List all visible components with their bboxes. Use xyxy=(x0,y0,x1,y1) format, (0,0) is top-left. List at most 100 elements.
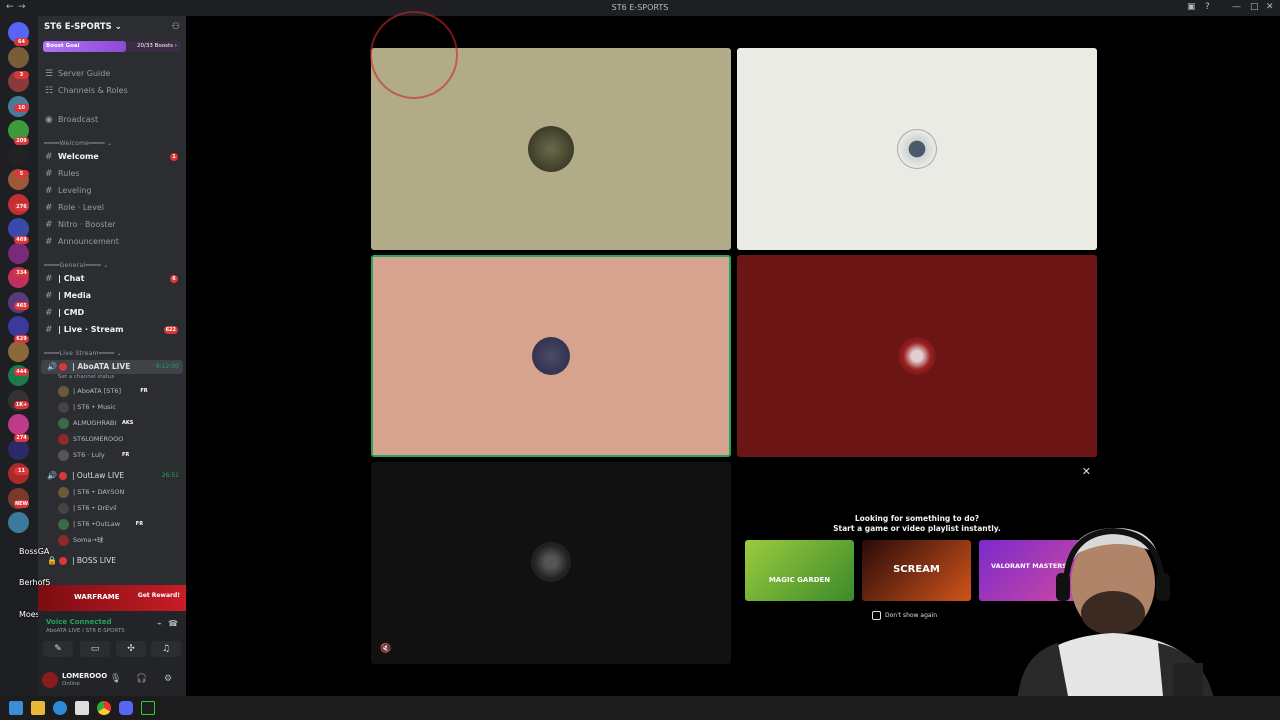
help-icon[interactable]: ? xyxy=(1205,2,1210,12)
voice-user[interactable]: Soma→球 xyxy=(58,534,183,547)
server-badge: 465 xyxy=(14,302,29,310)
voice-user[interactable]: | ST6 • DAYSON xyxy=(58,486,183,499)
voice-user[interactable]: | ST6 • DrEvil xyxy=(58,502,183,515)
participant-avatar[interactable] xyxy=(528,126,574,172)
channel-item[interactable]: # Nitro · Booster xyxy=(38,218,186,232)
server-icon[interactable] xyxy=(8,512,29,533)
channel-item[interactable]: # | Chat 6 xyxy=(38,272,186,286)
start-icon[interactable] xyxy=(9,701,23,715)
boost-goal-bar[interactable]: Boost Goal 20/33 Boosts › xyxy=(43,41,181,52)
voice-user-name: ALMUGHRABI xyxy=(73,419,117,427)
server-badge: 10 xyxy=(14,104,29,112)
channel-item[interactable]: # Welcome 1 xyxy=(38,150,186,164)
screen-share-button[interactable]: ▭ xyxy=(80,641,110,657)
promo-brand: WARFRAME xyxy=(74,593,120,601)
microphone-icon[interactable]: 🎙 xyxy=(110,674,121,684)
participant-avatar[interactable] xyxy=(898,337,936,375)
nav-broadcast[interactable]: ◉ Broadcast xyxy=(38,113,186,127)
disconnect-icon[interactable]: ☎ xyxy=(168,619,178,628)
channel-item[interactable]: # Announcement xyxy=(38,235,186,249)
add-member-icon[interactable]: ⚇ xyxy=(172,22,180,32)
voice-channel-aboata[interactable]: 🔊 | AboATA LIVE 9:12:00 xyxy=(41,360,183,374)
avatar xyxy=(58,434,69,445)
file-explorer-icon[interactable] xyxy=(31,701,45,715)
voice-channel-boss[interactable]: 🔒 | BOSS LIVE xyxy=(41,554,183,568)
get-reward-button[interactable]: Get Reward! xyxy=(138,592,180,599)
channel-item[interactable]: # Role · Level xyxy=(38,201,186,215)
chrome-icon[interactable] xyxy=(97,701,111,715)
channel-status[interactable]: Set a channel status xyxy=(58,374,114,380)
channel-label: Announcement xyxy=(58,237,119,246)
nav-channels-roles[interactable]: ☷ Channels & Roles xyxy=(38,84,186,98)
maximize-button[interactable]: □ xyxy=(1250,2,1259,12)
terminal-icon[interactable] xyxy=(141,701,155,715)
server-icon[interactable] xyxy=(8,46,29,68)
category-live-stream[interactable]: ━━━━Live Stream━━━━ ⌄ xyxy=(44,350,122,357)
server-badge: 469 xyxy=(14,236,29,244)
channel-item[interactable]: # | CMD xyxy=(38,306,186,320)
voice-location[interactable]: AboATA LIVE / ST6 E-SPORTS xyxy=(46,628,125,634)
voice-user[interactable]: ST6LOMEROOO xyxy=(58,433,183,446)
speaker-icon: 🔊 xyxy=(47,471,57,480)
server-icon[interactable] xyxy=(8,242,29,264)
participant-avatar[interactable] xyxy=(897,129,937,169)
gear-icon[interactable]: ⚙ xyxy=(164,674,172,684)
camera-button[interactable]: ✎ xyxy=(43,641,73,657)
user-name[interactable]: LOMEROOO xyxy=(62,672,107,680)
voice-user[interactable]: | AboATA [ST6] FR xyxy=(58,385,183,398)
dont-show-again-checkbox[interactable]: Don't show again xyxy=(872,611,937,620)
activities-button[interactable]: ✣ xyxy=(116,641,146,657)
activity-heading: Looking for something to do? xyxy=(854,514,980,523)
avatar xyxy=(58,402,69,413)
server-badge: 629 xyxy=(14,335,29,343)
video-tile-2[interactable] xyxy=(737,48,1097,250)
close-button[interactable]: ✕ xyxy=(1266,2,1274,12)
promo-banner[interactable]: WARFRAME Get Reward! xyxy=(38,585,186,611)
voice-connected-status[interactable]: Voice Connected xyxy=(46,618,112,626)
edge-icon[interactable] xyxy=(53,701,67,715)
window-title: ST6 E-SPORTS xyxy=(611,3,669,12)
category-welcome[interactable]: ━━━━Welcome━━━━ ⌄ xyxy=(44,140,112,147)
nav-server-guide[interactable]: ☰ Server Guide xyxy=(38,67,186,81)
discord-icon[interactable] xyxy=(119,701,133,715)
activity-card-scream[interactable]: SCREAM xyxy=(862,540,971,601)
server-badge: 209 xyxy=(14,137,29,145)
channel-item[interactable]: # Rules xyxy=(38,167,186,181)
server-badge: 276 xyxy=(14,203,29,211)
store-icon[interactable] xyxy=(75,701,89,715)
activity-card-magic-garden[interactable]: MAGIC GARDEN xyxy=(745,540,854,601)
voice-user[interactable]: ST6 · Luly FR xyxy=(58,449,183,462)
voice-panel: Voice Connected AboATA LIVE / ST6 E-SPOR… xyxy=(38,611,186,666)
voice-user[interactable]: ALMUGHRABI AKS xyxy=(58,417,183,430)
video-tile-5[interactable] xyxy=(371,462,731,664)
server-icon[interactable] xyxy=(8,144,29,166)
close-icon[interactable]: ✕ xyxy=(1082,465,1091,478)
checkbox-icon[interactable] xyxy=(872,611,881,620)
broadcast-icon: ◉ xyxy=(45,115,53,125)
server-badge: 11 xyxy=(14,467,29,475)
noise-suppression-icon[interactable]: ⌁ xyxy=(157,619,162,628)
user-tag-badge: FR xyxy=(135,521,144,527)
server-icon[interactable] xyxy=(8,316,29,337)
hash-icon: # xyxy=(45,203,53,213)
channel-item[interactable]: # Leveling xyxy=(38,184,186,198)
headphones-icon[interactable]: 🎧 xyxy=(136,674,147,684)
participant-avatar[interactable] xyxy=(532,337,570,375)
participant-avatar[interactable] xyxy=(531,542,571,582)
voice-user[interactable]: | ST6 •OutLaw FR xyxy=(58,518,183,531)
channel-item[interactable]: # | Live · Stream 622 xyxy=(38,323,186,337)
channel-item[interactable]: # | Media xyxy=(38,289,186,303)
guild-name[interactable]: ST6 E-SPORTS ⌄ xyxy=(44,22,122,32)
avatar[interactable] xyxy=(42,672,58,688)
server-icon[interactable] xyxy=(8,414,29,435)
voice-channel-outlaw[interactable]: 🔊 | OutLaw LIVE 26:51 xyxy=(41,469,183,483)
minimize-button[interactable]: — xyxy=(1232,2,1241,12)
server-icon[interactable] xyxy=(8,340,29,362)
inbox-icon[interactable]: ▣ xyxy=(1187,2,1196,12)
soundboard-button[interactable]: ♫ xyxy=(151,641,181,657)
video-tile-4[interactable] xyxy=(737,255,1097,457)
avatar xyxy=(58,487,69,498)
video-tile-3-speaking[interactable] xyxy=(371,255,731,457)
category-general[interactable]: ━━━━General━━━━ ⌄ xyxy=(44,262,109,269)
voice-user[interactable]: | ST6 • Music xyxy=(58,401,183,414)
